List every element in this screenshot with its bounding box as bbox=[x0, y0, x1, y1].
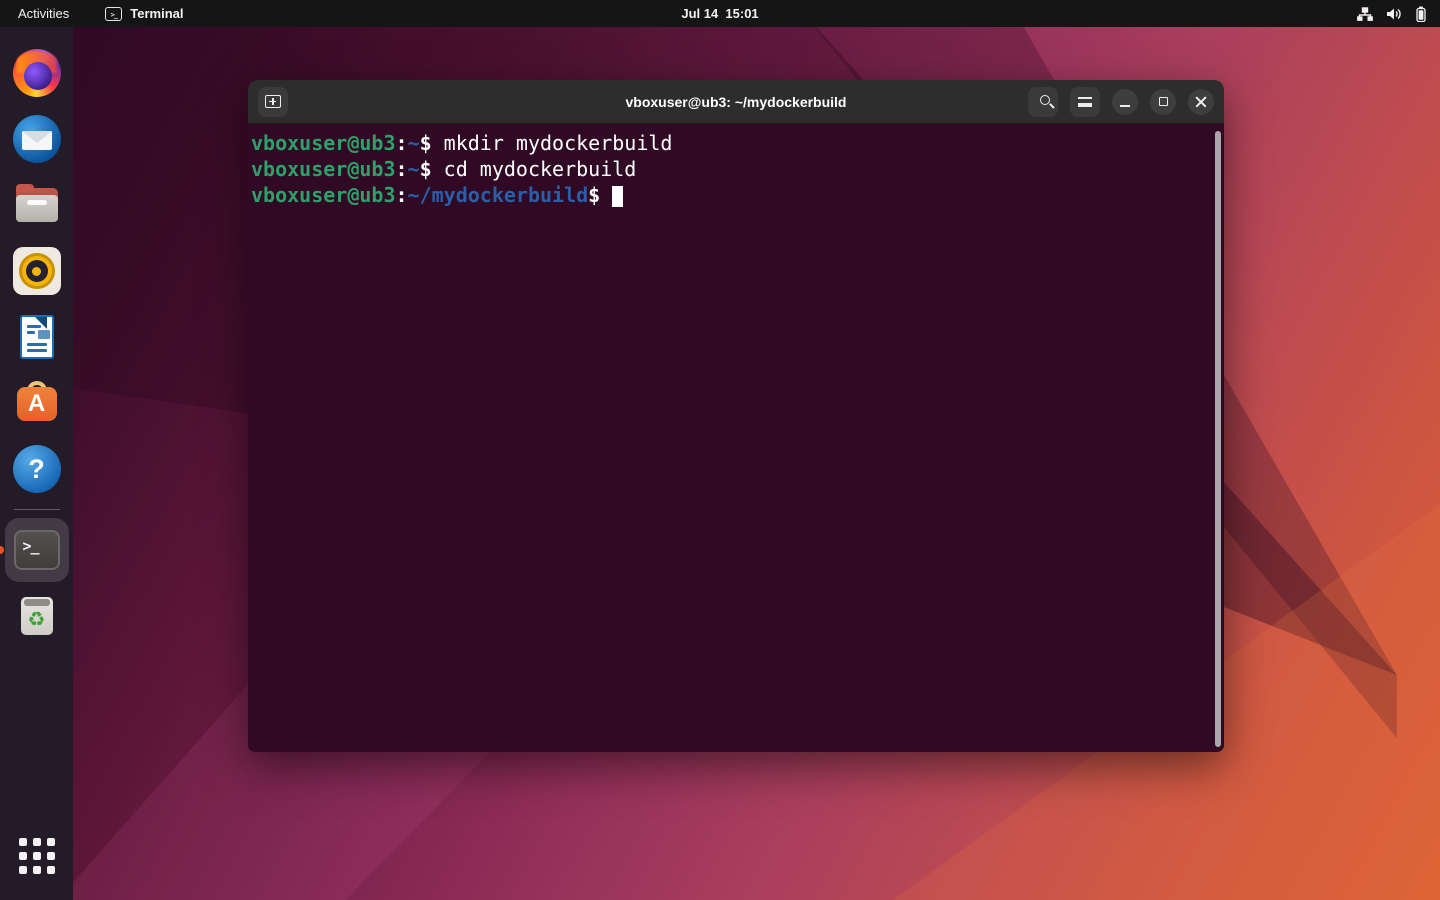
libreoffice-writer-icon bbox=[13, 313, 61, 361]
terminal-line: vboxuser@ub3:~$cd mydockerbuild bbox=[251, 156, 1210, 182]
prompt-path: ~ bbox=[408, 157, 420, 181]
trash-icon: ♻ bbox=[13, 592, 61, 640]
volume-icon bbox=[1386, 7, 1403, 21]
maximize-icon bbox=[1159, 97, 1168, 106]
ubuntu-software-icon: A bbox=[13, 379, 61, 427]
search-icon bbox=[1040, 95, 1050, 105]
system-status-area[interactable] bbox=[1357, 6, 1440, 22]
rhythmbox-icon bbox=[13, 247, 61, 295]
prompt-user-host: vboxuser@ub3 bbox=[251, 157, 396, 181]
close-button[interactable] bbox=[1188, 89, 1214, 115]
dock-item-help[interactable]: ? bbox=[5, 437, 69, 501]
dock-item-trash[interactable]: ♻ bbox=[5, 584, 69, 648]
prompt-user-host: vboxuser@ub3 bbox=[251, 183, 396, 207]
hamburger-menu-icon bbox=[1078, 97, 1092, 107]
terminal-header-bar[interactable]: vboxuser@ub3: ~/mydockerbuild bbox=[248, 80, 1224, 124]
dock-divider bbox=[14, 509, 60, 510]
close-icon bbox=[1195, 96, 1207, 108]
terminal-line: vboxuser@ub3:~/mydockerbuild$ bbox=[251, 182, 1210, 208]
prompt-user-host: vboxuser@ub3 bbox=[251, 131, 396, 155]
show-applications-icon bbox=[19, 838, 55, 874]
terminal-icon: >_ bbox=[14, 530, 60, 570]
minimize-button[interactable] bbox=[1112, 89, 1138, 115]
window-title: vboxuser@ub3: ~/mydockerbuild bbox=[626, 94, 847, 110]
dock-item-libreoffice-writer[interactable] bbox=[5, 305, 69, 369]
command-text: cd mydockerbuild bbox=[444, 157, 637, 181]
dock-item-thunderbird[interactable] bbox=[5, 107, 69, 171]
focused-app-name: Terminal bbox=[130, 6, 183, 21]
show-applications-button[interactable] bbox=[5, 824, 69, 888]
running-indicator-dot bbox=[0, 546, 4, 554]
maximize-button[interactable] bbox=[1150, 89, 1176, 115]
files-icon bbox=[13, 181, 61, 229]
prompt-path: ~/mydockerbuild bbox=[408, 183, 589, 207]
terminal-cursor bbox=[612, 186, 623, 207]
new-tab-button[interactable] bbox=[258, 87, 288, 117]
clock-button[interactable]: Jul 14 15:01 bbox=[681, 6, 758, 21]
thunderbird-icon bbox=[13, 115, 61, 163]
terminal-viewport[interactable]: vboxuser@ub3:~$mkdir mydockerbuild vboxu… bbox=[248, 124, 1224, 752]
search-button[interactable] bbox=[1028, 87, 1058, 117]
help-icon: ? bbox=[13, 445, 61, 493]
dock-item-firefox[interactable] bbox=[5, 41, 69, 105]
new-tab-icon bbox=[265, 95, 281, 108]
terminal-window: vboxuser@ub3: ~/mydockerbuild vboxuser@u… bbox=[248, 80, 1224, 752]
dock: A ? >_ ♻ bbox=[0, 27, 73, 900]
dock-item-files[interactable] bbox=[5, 173, 69, 237]
firefox-icon bbox=[13, 49, 61, 97]
dock-item-rhythmbox[interactable] bbox=[5, 239, 69, 303]
menu-button[interactable] bbox=[1070, 87, 1100, 117]
prompt-path: ~ bbox=[408, 131, 420, 155]
terminal-app-icon: >_ bbox=[105, 7, 122, 21]
terminal-scrollbar[interactable] bbox=[1215, 131, 1221, 747]
top-bar: Activities >_ Terminal Jul 14 15:01 bbox=[0, 0, 1440, 27]
command-text: mkdir mydockerbuild bbox=[444, 131, 673, 155]
battery-icon bbox=[1416, 6, 1426, 22]
focused-app-menu[interactable]: >_ Terminal bbox=[105, 6, 183, 21]
terminal-line: vboxuser@ub3:~$mkdir mydockerbuild bbox=[251, 130, 1210, 156]
dock-item-ubuntu-software[interactable]: A bbox=[5, 371, 69, 435]
dock-item-terminal[interactable]: >_ bbox=[5, 518, 69, 582]
activities-button[interactable]: Activities bbox=[18, 6, 69, 21]
minimize-icon bbox=[1120, 105, 1130, 107]
network-icon bbox=[1357, 7, 1373, 21]
